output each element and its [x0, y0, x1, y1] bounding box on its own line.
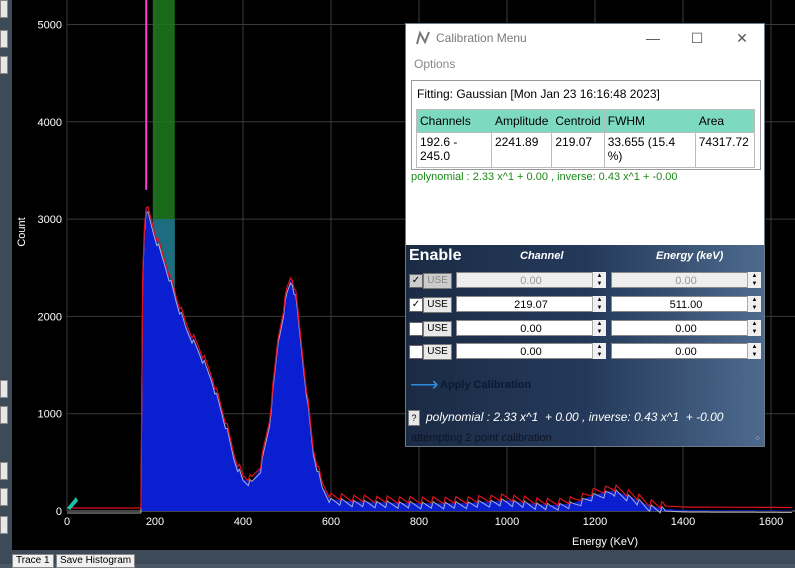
energy-spinner-icon[interactable]: ▲ ▼: [747, 296, 761, 312]
calibration-window: Calibration Menu — ☐ ✕ Options Fitting: …: [405, 23, 765, 447]
fit-header: Fitting: Gaussian [Mon Jan 23 16:16:48 2…: [417, 87, 660, 101]
close-icon[interactable]: ✕: [731, 28, 753, 48]
calibration-row: USE 0.00 ▲ ▼ 0.00 ▲ ▼: [406, 343, 764, 361]
left-toolbar-button[interactable]: [0, 30, 8, 48]
channel-spinner-icon[interactable]: ▲ ▼: [592, 320, 606, 336]
cell-centroid: 219.07: [551, 132, 605, 168]
fit-results-table: Channels Amplitude Centroid FWHM Area 19…: [416, 109, 755, 168]
cell-fwhm: 33.655 (15.4 %): [603, 132, 696, 168]
use-button[interactable]: USE: [423, 321, 452, 337]
energy-input[interactable]: 0.00: [611, 343, 761, 359]
energy-spinner-icon[interactable]: ▲ ▼: [747, 320, 761, 336]
left-toolbar-strip: [0, 0, 12, 564]
enable-column-header: Enable: [409, 247, 462, 264]
x-tick-label: 1200: [583, 516, 607, 528]
column-header: FWHM: [603, 109, 696, 133]
use-button[interactable]: USE: [423, 297, 452, 313]
energy-input[interactable]: 511.00: [611, 296, 761, 312]
polynomial-summary-text: polynomial : 2.33 x^1 + 0.00 , inverse: …: [426, 410, 724, 424]
table-header-row: Channels Amplitude Centroid FWHM Area: [416, 109, 755, 133]
enable-checkbox[interactable]: [409, 345, 423, 359]
column-header: Centroid: [551, 109, 605, 133]
cell-channels: 192.6 - 245.0: [416, 132, 492, 168]
column-header: Area: [694, 109, 755, 133]
bottom-tab-bar: Trace 1 Save Histogram: [0, 550, 795, 568]
left-toolbar-button[interactable]: [0, 516, 8, 534]
left-toolbar-button[interactable]: [0, 380, 8, 398]
enable-checkbox[interactable]: ✓: [409, 274, 423, 288]
y-axis-ticks: 0 1000 2000 3000 4000 5000: [38, 20, 62, 519]
use-button[interactable]: USE: [423, 344, 452, 360]
status-message: attempting 2 point calibration: [411, 432, 552, 444]
x-tick-label: 1600: [759, 516, 783, 528]
x-tick-label: 1400: [671, 516, 695, 528]
energy-spinner-icon[interactable]: ▲ ▼: [747, 272, 761, 288]
y-tick-label: 0: [56, 506, 62, 518]
y-tick-label: 2000: [38, 311, 62, 323]
left-toolbar-button[interactable]: [0, 56, 8, 74]
menu-bar: Options: [406, 52, 764, 74]
column-header: Channels: [416, 109, 492, 133]
x-tick-label: 1000: [495, 516, 519, 528]
channel-column-header: Channel: [520, 250, 564, 262]
maximize-icon[interactable]: ☐: [686, 28, 708, 48]
energy-column-header: Energy (keV): [656, 250, 724, 262]
y-tick-label: 3000: [38, 214, 62, 226]
channel-input[interactable]: 0.00: [456, 320, 606, 336]
enable-checkbox[interactable]: ✓: [409, 298, 423, 312]
tab-trace-1[interactable]: Trace 1: [12, 554, 54, 568]
calibration-row: USE 0.00 ▲ ▼ 0.00 ▲ ▼: [406, 320, 764, 338]
calibration-row: ✓ USE 219.07 ▲ ▼ 511.00 ▲ ▼: [406, 296, 764, 314]
left-toolbar-button[interactable]: [0, 462, 8, 480]
energy-input[interactable]: 0.00: [611, 272, 761, 288]
calibration-row: ✓ USE 0.00 ▲ ▼ 0.00 ▲ ▼: [406, 272, 764, 290]
calibration-points-panel: Enable Channel Energy (keV) ✓ USE 0.00 ▲…: [406, 245, 764, 446]
window-title: Calibration Menu: [436, 31, 527, 45]
x-axis-ticks: 0 200 400 600 800 1000 1200 1400 1600: [64, 516, 783, 528]
polynomial-result-text: polynomial : 2.33 x^1 + 0.00 , inverse: …: [411, 171, 678, 183]
help-button[interactable]: ?: [408, 410, 420, 426]
x-tick-label: 400: [234, 516, 252, 528]
resize-grip-icon[interactable]: ⁘: [754, 434, 761, 443]
x-tick-label: 800: [410, 516, 428, 528]
y-tick-label: 4000: [38, 117, 62, 129]
cell-amplitude: 2241.89: [490, 132, 553, 168]
channel-input[interactable]: 219.07: [456, 296, 606, 312]
column-header: Amplitude: [490, 109, 553, 133]
arrow-right-icon: ⟶: [410, 374, 439, 396]
table-row[interactable]: 192.6 - 245.0 2241.89 219.07 33.655 (15.…: [416, 132, 755, 168]
cell-area: 74317.72: [694, 132, 755, 168]
app-logo-icon: [416, 30, 430, 45]
menu-options[interactable]: Options: [414, 57, 455, 71]
x-tick-label: 600: [322, 516, 340, 528]
energy-input[interactable]: 0.00: [611, 320, 761, 336]
y-tick-label: 1000: [38, 409, 62, 421]
channel-spinner-icon[interactable]: ▲ ▼: [592, 343, 606, 359]
x-axis-title: Energy (KeV): [572, 536, 638, 548]
use-button[interactable]: USE: [423, 273, 452, 289]
minimize-icon[interactable]: —: [642, 28, 664, 48]
fit-results-panel: Fitting: Gaussian [Mon Jan 23 16:16:48 2…: [411, 80, 761, 170]
channel-input[interactable]: 0.00: [456, 272, 606, 288]
left-toolbar-button[interactable]: [0, 488, 8, 506]
y-tick-label: 5000: [38, 20, 62, 32]
left-toolbar-button[interactable]: [0, 406, 8, 424]
x-tick-label: 200: [146, 516, 164, 528]
apply-calibration-label: Apply Calibration: [440, 379, 532, 391]
left-toolbar-button[interactable]: [0, 0, 8, 18]
x-tick-label: 0: [64, 516, 70, 528]
y-axis-title: Count: [16, 217, 28, 246]
enable-checkbox[interactable]: [409, 322, 423, 336]
channel-spinner-icon[interactable]: ▲ ▼: [592, 296, 606, 312]
window-titlebar[interactable]: Calibration Menu — ☐ ✕: [406, 24, 764, 52]
energy-spinner-icon[interactable]: ▲ ▼: [747, 343, 761, 359]
channel-spinner-icon[interactable]: ▲ ▼: [592, 272, 606, 288]
tab-save-histogram[interactable]: Save Histogram: [56, 554, 136, 568]
channel-input[interactable]: 0.00: [456, 343, 606, 359]
